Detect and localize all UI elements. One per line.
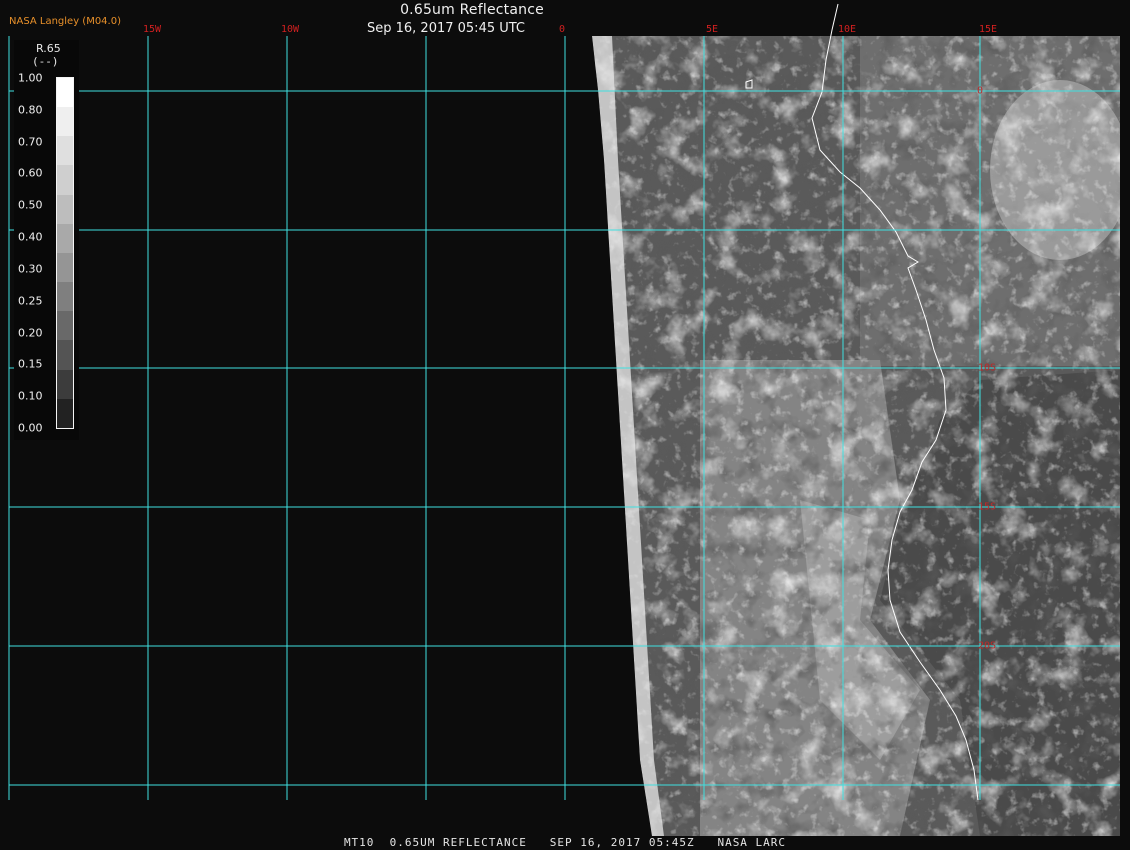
lat-label-10s: 10S <box>977 362 997 374</box>
legend-tick-label: 0.60 <box>18 166 43 180</box>
legend-color-step <box>57 311 73 341</box>
lat-label-20s: 20S <box>977 640 997 652</box>
legend-color-step <box>57 252 73 283</box>
legend-tick-label: 0.10 <box>18 389 43 403</box>
image-title: 0.65um Reflectance <box>400 2 544 18</box>
legend-color-step <box>57 107 73 137</box>
legend-color-step <box>57 398 73 428</box>
legend-tick-label: 0.00 <box>18 421 43 435</box>
lon-label-15w: 15W <box>142 24 162 35</box>
lon-label-0: 0 <box>558 24 566 35</box>
legend-color-step <box>57 282 73 312</box>
satellite-swath <box>592 36 1120 836</box>
legend-tick-label: 0.25 <box>18 294 43 308</box>
color-legend: R.65 (--) 1.00 0.80 0.70 0.60 0.50 0.40 0.30 0.… <box>14 40 79 440</box>
legend-color-step <box>57 340 73 370</box>
legend-tick-label: 0.15 <box>18 357 43 371</box>
lon-label-10w: 10W <box>280 24 300 35</box>
lat-label-15s: 15S <box>977 501 997 513</box>
lon-label-10e: 10E <box>837 24 857 35</box>
legend-variable: R.65 <box>36 42 61 55</box>
legend-tick-label: 0.50 <box>18 198 43 212</box>
satellite-image-view: 0.65um Reflectance Sep 16, 2017 05:45 UT… <box>0 0 1130 850</box>
legend-tick-label: 1.00 <box>18 71 43 85</box>
legend-color-step <box>57 369 73 399</box>
lon-label-15e: 15E <box>978 24 998 35</box>
organization-label: NASA Langley (M04.0) <box>9 16 121 27</box>
legend-color-step <box>57 136 73 166</box>
image-footer: MT10 0.65UM REFLECTANCE SEP 16, 2017 05:… <box>343 836 787 849</box>
image-datetime: Sep 16, 2017 05:45 UTC <box>366 21 526 36</box>
legend-tick-label: 0.40 <box>18 230 43 244</box>
legend-color-step <box>57 165 73 195</box>
legend-tick-label: 0.80 <box>18 103 43 117</box>
legend-color-step <box>57 78 73 108</box>
legend-color-ramp <box>56 77 74 429</box>
legend-unit: (--) <box>32 55 59 68</box>
reflectance-imagery <box>8 3 1120 836</box>
lat-label-0: 0 <box>976 85 984 97</box>
legend-color-step <box>57 223 73 253</box>
lon-label-5e: 5E <box>705 24 719 35</box>
legend-tick-label: 0.30 <box>18 262 43 276</box>
legend-tick-label: 0.20 <box>18 326 43 340</box>
legend-tick-label: 0.70 <box>18 135 43 149</box>
legend-color-step <box>57 194 73 224</box>
